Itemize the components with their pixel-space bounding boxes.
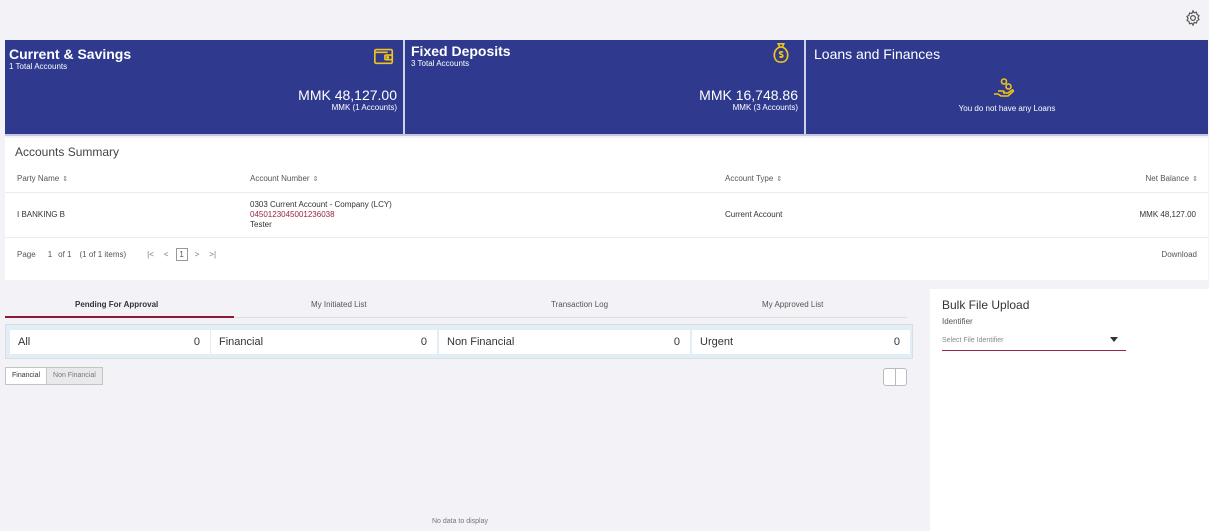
party-name-cell: I BANKING B xyxy=(17,210,66,219)
no-loans-message: You do not have any Loans xyxy=(958,104,1056,113)
wallet-icon xyxy=(373,45,395,67)
approval-counters: All 0 Financial 0 Non Financial 0 Urgent… xyxy=(5,324,913,359)
financial-filter-segments: Financial Non Financial xyxy=(5,367,103,385)
counter-non-financial[interactable]: Non Financial 0 xyxy=(439,330,690,354)
card-title: Loans and Finances xyxy=(814,46,941,62)
current-savings-card[interactable]: Current & Savings 1 Total Accounts MMK 4… xyxy=(5,40,403,134)
card-amount-subtitle: MMK (3 Accounts) xyxy=(732,103,798,112)
counter-count: 0 xyxy=(893,336,900,348)
counter-all[interactable]: All 0 xyxy=(10,330,210,354)
accounts-summary-panel: Accounts Summary Party Name ⇕ Account Num… xyxy=(5,138,1208,280)
card-amount-subtitle: MMK (1 Accounts) xyxy=(331,103,397,112)
download-link[interactable]: Download xyxy=(1161,250,1197,259)
select-placeholder: Select File Identifier xyxy=(942,337,1004,344)
column-header-net-balance[interactable]: Net Balance ⇕ xyxy=(1146,174,1198,183)
counter-count: 0 xyxy=(193,336,200,348)
approval-tabs: Pending For Approval My Initiated List T… xyxy=(0,289,920,319)
account-holder-cell: Tester xyxy=(250,220,272,229)
page-number: 1 xyxy=(47,250,53,259)
card-subtitle: 3 Total Accounts xyxy=(411,59,470,68)
approvals-panel: Pending For Approval My Initiated List T… xyxy=(0,289,920,531)
sort-icon[interactable]: ⇕ xyxy=(776,176,782,183)
page-total: of 1 xyxy=(58,250,72,259)
tab-my-approved-list[interactable]: My Approved List xyxy=(762,300,823,309)
column-label: Account Type xyxy=(725,174,774,183)
tab-transaction-log[interactable]: Transaction Log xyxy=(551,300,608,309)
row-divider xyxy=(5,237,1208,238)
card-amount: MMK 16,748.86 xyxy=(699,87,798,103)
items-count: (1 of 1 items) xyxy=(79,250,127,259)
view-toggle-icon[interactable] xyxy=(883,368,907,386)
tab-baseline xyxy=(234,317,907,318)
counter-count: 0 xyxy=(673,336,680,348)
counter-urgent[interactable]: Urgent 0 xyxy=(692,330,910,354)
column-label: Party Name xyxy=(17,174,60,183)
card-amount: MMK 48,127.00 xyxy=(298,87,397,103)
card-subtitle: 1 Total Accounts xyxy=(9,62,68,71)
file-identifier-select[interactable]: Select File Identifier xyxy=(942,333,1126,351)
counter-count: 0 xyxy=(420,336,427,348)
column-header-account-number[interactable]: Account Number ⇕ xyxy=(250,174,318,183)
fixed-deposits-card[interactable]: Fixed Deposits 3 Total Accounts MMK 16,7… xyxy=(403,40,804,134)
no-data-message: No data to display xyxy=(431,518,489,525)
row-divider xyxy=(5,192,1208,193)
tab-pending-for-approval[interactable]: Pending For Approval xyxy=(75,300,158,309)
loans-finances-card[interactable]: Loans and Finances You do not have any L… xyxy=(804,40,1208,134)
account-description-cell: 0303 Current Account - Company (LCY) xyxy=(250,200,392,209)
active-tab-indicator xyxy=(5,316,234,318)
column-header-party-name[interactable]: Party Name ⇕ xyxy=(17,174,68,183)
card-title: Current & Savings xyxy=(9,46,132,62)
sort-icon[interactable]: ⇕ xyxy=(62,176,68,183)
last-page-button[interactable]: >| xyxy=(209,250,216,259)
counter-label: Urgent xyxy=(700,336,734,348)
next-page-button[interactable]: > xyxy=(195,250,200,259)
first-page-button[interactable]: |< xyxy=(147,250,154,259)
column-label: Account Number xyxy=(250,174,310,183)
bulk-upload-title: Bulk File Upload xyxy=(942,298,1030,312)
segment-financial[interactable]: Financial xyxy=(6,368,47,384)
net-balance-cell: MMK 48,127.00 xyxy=(1139,210,1196,219)
identifier-label: Identifier xyxy=(942,317,973,326)
summary-cards: Current & Savings 1 Total Accounts MMK 4… xyxy=(5,40,1208,134)
page-label: Page xyxy=(17,250,36,259)
card-title: Fixed Deposits xyxy=(411,43,511,59)
column-header-account-type[interactable]: Account Type ⇕ xyxy=(725,174,782,183)
counter-financial[interactable]: Financial 0 xyxy=(211,330,437,354)
counter-label: All xyxy=(18,336,31,348)
tab-my-initiated-list[interactable]: My Initiated List xyxy=(311,300,367,309)
chevron-down-icon xyxy=(1110,337,1118,342)
counter-label: Financial xyxy=(219,336,264,348)
hand-coins-icon xyxy=(992,77,1016,101)
money-bag-icon xyxy=(770,42,792,64)
pagination: Page 1 of 1 (1 of 1 items) |< < 1 > >| xyxy=(17,248,221,261)
current-page-button[interactable]: 1 xyxy=(175,248,188,261)
cards-underline xyxy=(5,134,1208,136)
sort-icon[interactable]: ⇕ xyxy=(1192,176,1198,183)
segment-non-financial[interactable]: Non Financial xyxy=(46,368,102,384)
counter-label: Non Financial xyxy=(447,336,515,348)
accounts-summary-title: Accounts Summary xyxy=(15,145,120,159)
column-label: Net Balance xyxy=(1145,174,1190,183)
prev-page-button[interactable]: < xyxy=(164,250,169,259)
sort-icon[interactable]: ⇕ xyxy=(313,176,319,183)
account-number-link[interactable]: 0450123045001236038 xyxy=(250,210,335,219)
bulk-file-upload-panel: Bulk File Upload Identifier Select File … xyxy=(930,289,1209,531)
settings-gear-icon[interactable] xyxy=(1184,9,1204,29)
account-type-cell: Current Account xyxy=(725,210,783,219)
